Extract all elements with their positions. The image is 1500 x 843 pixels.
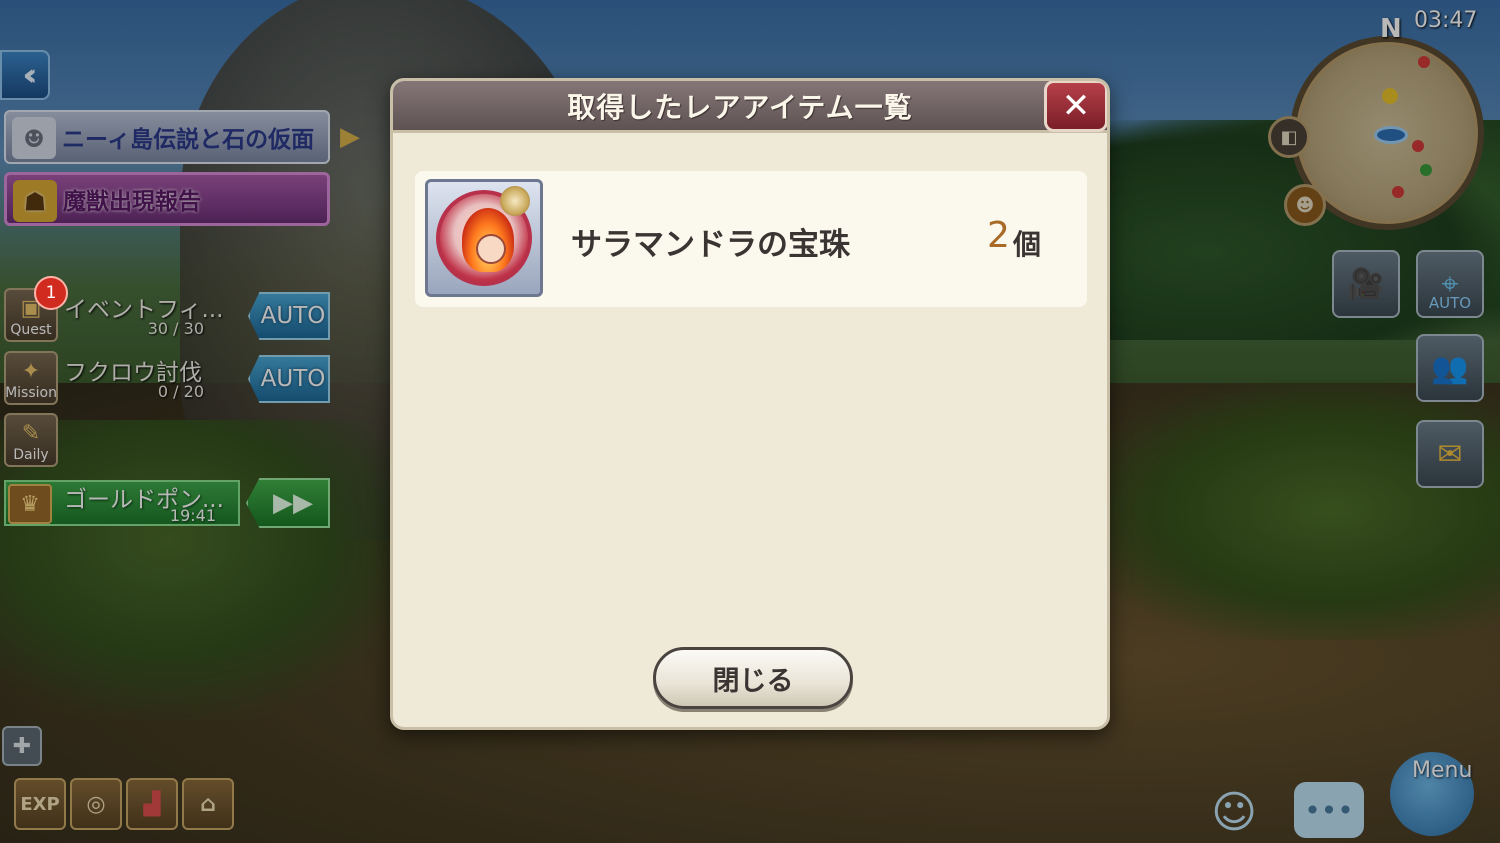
jewel-ring-shape <box>500 186 530 216</box>
close-icon: ✕ <box>1061 86 1091 126</box>
list-item[interactable]: サラマンドラの宝珠 2 個 <box>415 171 1087 307</box>
item-quantity: 2 <box>987 215 1010 256</box>
item-unit: 個 <box>1013 228 1042 261</box>
dialog-title: 取得したレアアイテム一覧 <box>567 90 913 124</box>
item-thumbnail <box>425 179 543 297</box>
dialog-close-x-button[interactable]: ✕ <box>1044 81 1107 132</box>
close-button[interactable]: 閉じる <box>653 647 853 709</box>
dialog-header: 取得したレアアイテム一覧 <box>393 81 1107 133</box>
item-name: サラマンドラの宝珠 <box>571 227 850 263</box>
rare-item-dialog: 取得したレアアイテム一覧 ✕ サラマンドラの宝珠 2 個 閉じる <box>390 78 1110 730</box>
notification-badge: 1 <box>34 276 68 310</box>
face-shape <box>476 234 506 264</box>
